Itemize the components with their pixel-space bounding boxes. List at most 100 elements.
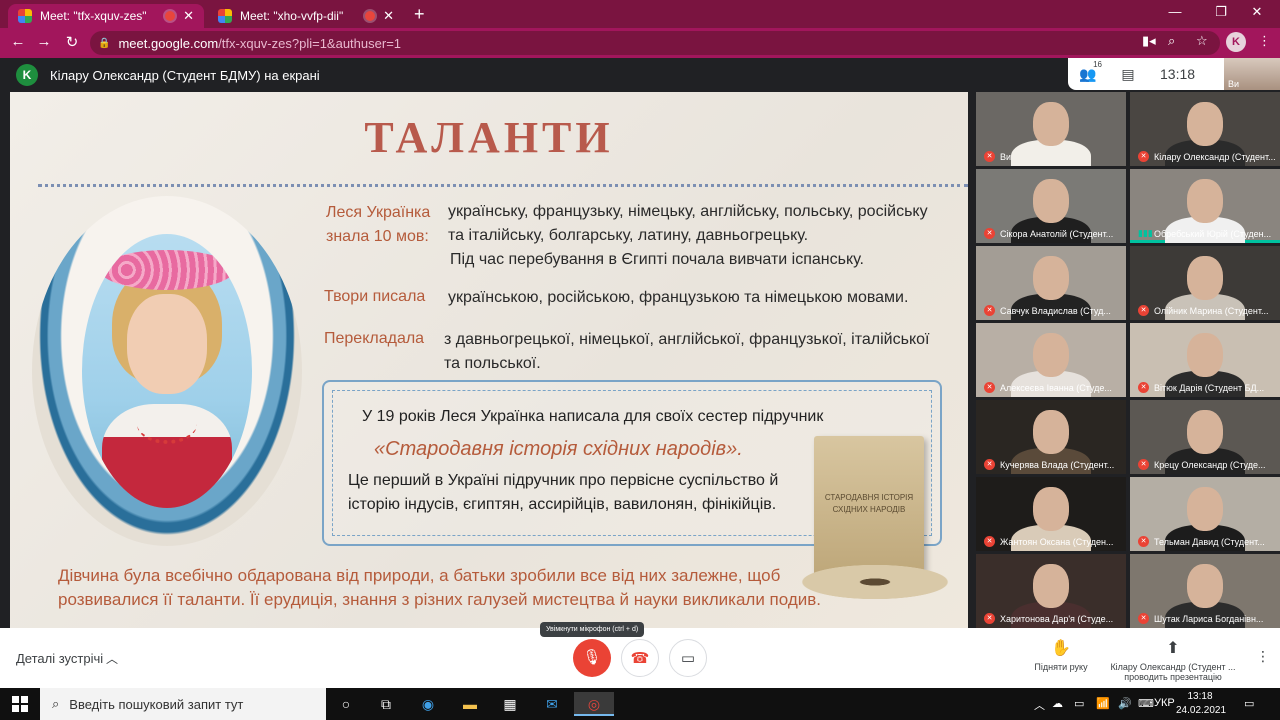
participant-count: 16 [1093, 59, 1102, 69]
chat-icon: ▤ [1121, 65, 1135, 82]
language-indicator[interactable]: УКР [1154, 697, 1175, 709]
camera-blocked-icon[interactable]: ▮◂ [1142, 33, 1156, 49]
taskbar-search-input[interactable]: ⌕ Введіть пошуковий запит тут [40, 688, 326, 720]
mail-icon[interactable]: ✉ [532, 692, 572, 716]
mic-off-icon: ✕ [1138, 151, 1149, 162]
participant-name: Обребський Юрій (Студен... [1154, 228, 1272, 239]
cortana-icon[interactable]: ○ [326, 692, 366, 716]
close-window-icon[interactable]: ✕ [1242, 4, 1272, 20]
participant-tile[interactable]: ✕ Ви [976, 92, 1126, 166]
file-explorer-icon[interactable]: ▬ [450, 692, 490, 716]
self-view-thumbnail[interactable]: Ви [1224, 58, 1280, 90]
recording-indicator-icon [165, 11, 176, 21]
recording-indicator-icon [365, 11, 376, 21]
edge-icon[interactable]: ◉ [408, 692, 448, 716]
onedrive-icon[interactable]: ☁ [1052, 697, 1063, 710]
meet-favicon-icon [218, 9, 232, 23]
camera-toggle-button[interactable]: ▭ [669, 639, 707, 677]
people-button[interactable]: 👥 16 [1068, 60, 1108, 83]
minimize-icon[interactable]: — [1160, 4, 1190, 19]
participant-name: Тельман Давид (Студент... [1154, 536, 1265, 547]
network-icon[interactable]: 📶 [1096, 697, 1110, 710]
profile-avatar[interactable]: K [1226, 32, 1246, 52]
participant-tile[interactable]: ✕ Сікора Анатолій (Студент... [976, 169, 1126, 243]
chrome-menu-icon[interactable]: ⋮ [1258, 33, 1271, 49]
tray-chevron-icon[interactable]: ︿ [1034, 697, 1045, 713]
close-tab-icon[interactable]: ✕ [383, 8, 394, 24]
taskbar-search-placeholder: Введіть пошуковий запит тут [69, 696, 244, 712]
battery-icon[interactable]: ▭ [1074, 697, 1084, 710]
participant-tile[interactable]: ✕ Жантоян Оксана (Студен... [976, 477, 1126, 551]
languages-text-1: українську, французьку, німецьку, англій… [448, 203, 928, 220]
participant-tile[interactable]: ✕ Вітюк Дарія (Студент БД... [1130, 323, 1280, 397]
participant-tile[interactable]: ✕ Кучерява Влада (Студент... [976, 400, 1126, 474]
taskbar-clock[interactable]: 13:18 24.02.2021 [1176, 690, 1227, 718]
presentation-slide: ТАЛАНТИ Леся Українка знала 10 мов: укра… [10, 92, 968, 628]
hang-up-button[interactable]: ☎ [621, 639, 659, 677]
maximize-icon[interactable]: ❐ [1206, 4, 1236, 20]
store-icon[interactable]: ▦ [490, 692, 530, 716]
notifications-icon[interactable]: ▭ [1244, 697, 1254, 710]
chevron-up-icon[interactable]: ︿ [106, 650, 118, 667]
mic-off-icon: ✕ [1138, 536, 1149, 547]
more-options-icon[interactable]: ⋮ [1256, 648, 1270, 665]
volume-icon[interactable]: 🔊 [1118, 697, 1132, 710]
chrome-taskbar-icon[interactable]: ◎ [574, 692, 614, 716]
works-text: українською, російською, французькою та … [448, 289, 909, 306]
participant-tile[interactable]: ✕ Савчук Владислав (Студ... [976, 246, 1126, 320]
forward-icon[interactable]: → [34, 33, 54, 50]
new-tab-icon[interactable]: + [414, 4, 425, 25]
participant-tile[interactable]: ✕ Крецу Олександр (Студе... [1130, 400, 1280, 474]
tab-title: Meet: "xho-vvfp-dii" [240, 9, 344, 23]
mic-off-icon: ✕ [984, 613, 995, 624]
zoom-icon[interactable]: ⌕ [1168, 33, 1175, 49]
windows-taskbar: ⌕ Введіть пошуковий запит тут ○ ⧉ ◉ ▬ ▦ … [0, 688, 1280, 720]
presenter-title: Кілару Олександр (Студент БДМУ) на екран… [50, 68, 320, 83]
meet-control-bar: Деталі зустрічі ︿ Увімкнути мікрофон (ct… [0, 622, 1280, 688]
participant-tile[interactable]: ✕ Алексеєва Іванна (Студе... [976, 323, 1126, 397]
taskbar-time: 13:18 [1187, 691, 1213, 702]
participants-grid: ✕ Ви ✕ Кілару Олександр (Студент... ✕ Сікор… [976, 92, 1280, 628]
close-tab-icon[interactable]: ✕ [183, 8, 194, 24]
task-view-icon[interactable]: ⧉ [366, 692, 406, 716]
url-input[interactable]: 🔒 meet.google.com /tfx-xquv-zes?pli=1&au… [90, 31, 1220, 55]
participant-tile[interactable]: ✕ Тельман Давид (Студент... [1130, 477, 1280, 551]
meeting-details-button[interactable]: Деталі зустрічі [16, 651, 103, 666]
mic-toggle-button[interactable]: 🎙 [573, 639, 611, 677]
slide-title: ТАЛАНТИ [364, 113, 614, 162]
windows-start-icon[interactable] [12, 696, 28, 712]
mic-off-icon: ✕ [1138, 613, 1149, 624]
taskbar-date: 24.02.2021 [1176, 705, 1227, 716]
slide-divider [38, 184, 968, 187]
presentation-info-button[interactable]: ⬆ Кілару Олександр (Студент ... проводит… [1104, 638, 1242, 682]
label-works: Твори писала [324, 288, 426, 305]
mic-off-icon: ✕ [984, 228, 995, 239]
lock-icon: 🔒 [98, 37, 111, 49]
participant-tile[interactable]: ✕ Кілару Олександр (Студент... [1130, 92, 1280, 166]
participant-tile[interactable]: ▮▮▮ Обребський Юрій (Студен... [1130, 169, 1280, 243]
bookmark-star-icon[interactable]: ☆ [1196, 33, 1208, 49]
chat-button[interactable]: ▤ [1108, 66, 1148, 83]
camera-icon: ▭ [680, 650, 696, 667]
bottom-text-2: розвивалися її таланти. Її ерудиція, зна… [58, 590, 821, 609]
reload-icon[interactable]: ↻ [62, 33, 82, 51]
participant-tile[interactable]: ✕ Шутак Лариса Богданівн... [1130, 554, 1280, 628]
tab-meet-xho[interactable]: Meet: "xho-vvfp-dii" ✕ [208, 4, 404, 28]
participant-tile[interactable]: ✕ Харитонова Дар'я (Студе... [976, 554, 1126, 628]
box-line-4: історію індусів, єгиптян, ассирійців, ва… [348, 496, 777, 513]
participant-name: Кучерява Влада (Студент... [1000, 459, 1115, 470]
participant-tile[interactable]: ✕ Олійник Марина (Студент... [1130, 246, 1280, 320]
raise-hand-button[interactable]: ✋ Підняти руку [1030, 638, 1092, 672]
url-path: /tfx-xquv-zes?pli=1&authuser=1 [218, 35, 402, 51]
participant-name: Вітюк Дарія (Студент БД... [1154, 382, 1265, 393]
input-mode-icon[interactable]: ⌨ [1138, 697, 1154, 710]
address-bar: ← → ↻ 🔒 meet.google.com /tfx-xquv-zes?pl… [0, 28, 1280, 58]
present-screen-icon: ⬆ [1166, 640, 1180, 657]
mic-off-icon: ✕ [984, 151, 995, 162]
tab-meet-tfx[interactable]: Meet: "tfx-xquv-zes" ✕ [8, 4, 204, 28]
back-icon[interactable]: ← [8, 33, 28, 50]
languages-text-3: Під час перебування в Єгипті почала вивч… [450, 251, 864, 268]
self-view-label: Ви [1228, 79, 1240, 89]
mic-off-icon: ✕ [1138, 459, 1149, 470]
participant-name: Жантоян Оксана (Студен... [1000, 536, 1114, 547]
